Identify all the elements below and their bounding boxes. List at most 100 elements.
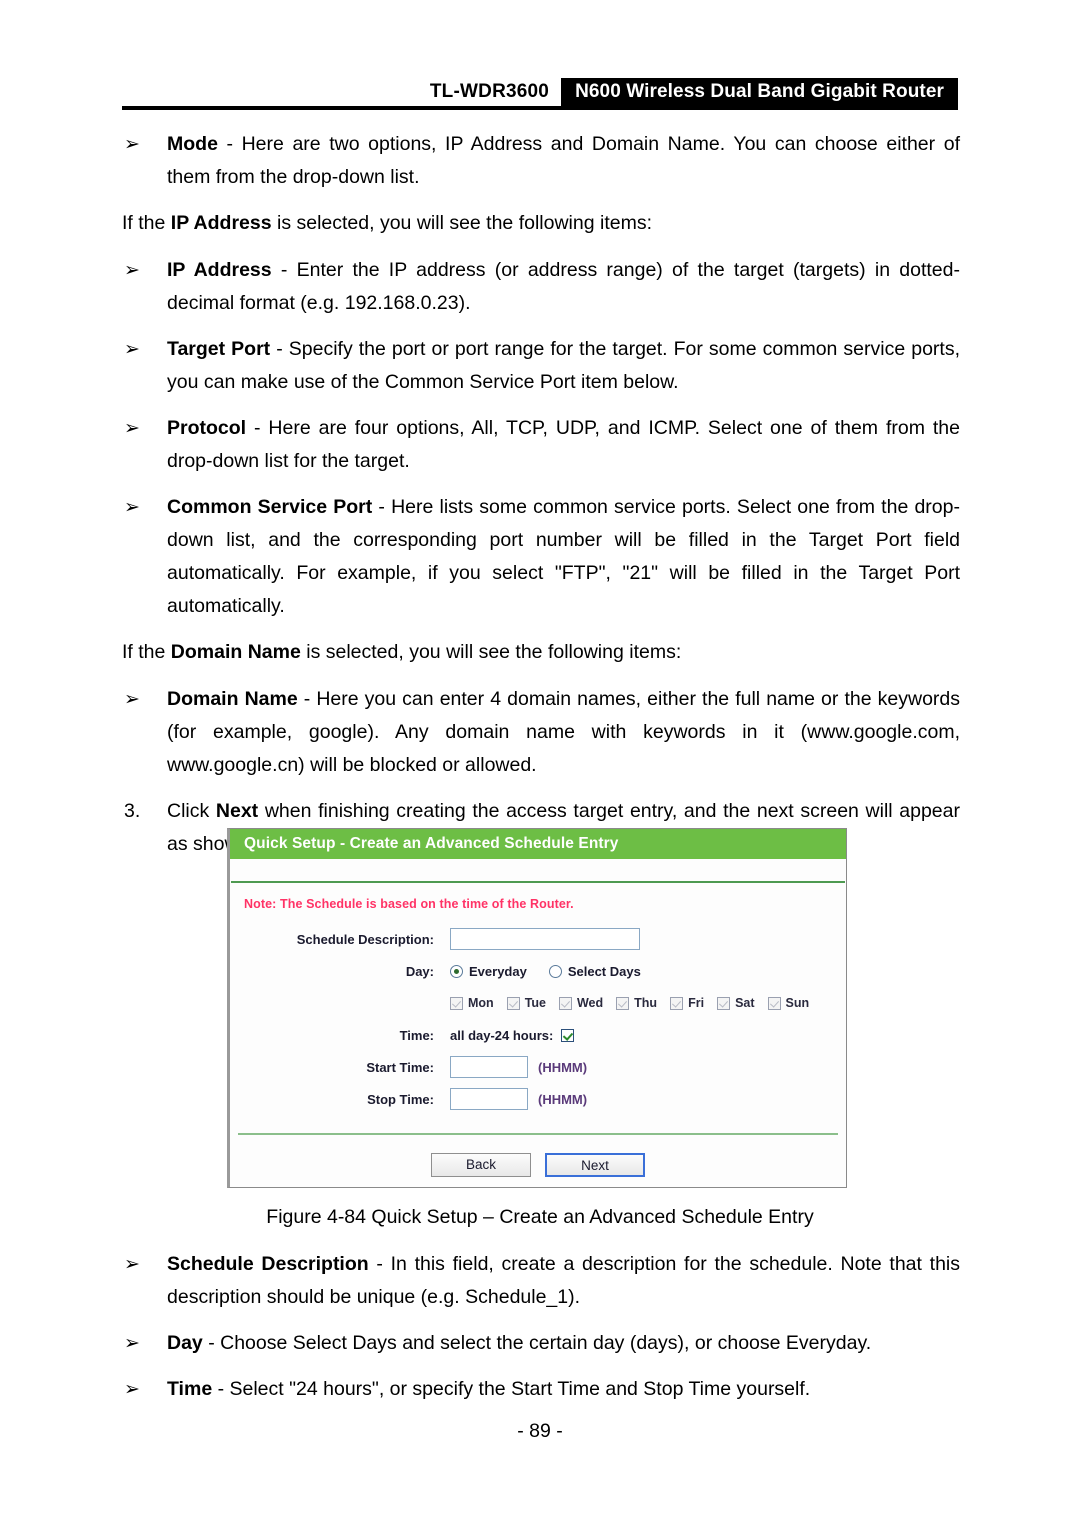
term-time: Time bbox=[167, 1378, 213, 1400]
bullet-target-port-text: Target Port - Specify the port or port r… bbox=[167, 333, 960, 399]
radio-select-days-label: Select Days bbox=[567, 963, 641, 979]
next-button[interactable]: Next bbox=[545, 1153, 645, 1177]
router-ui-titlebar: Quick Setup - Create an Advanced Schedul… bbox=[230, 829, 846, 859]
label-day: Day: bbox=[405, 963, 434, 979]
running-header: TL-WDR3600 N600 Wireless Dual Band Gigab… bbox=[122, 78, 958, 114]
bullet-day-body: - Choose Select Days and select the cert… bbox=[202, 1332, 872, 1354]
bullet-marker-icon: ➢ bbox=[124, 1254, 140, 1275]
bullet-marker-icon: ➢ bbox=[124, 339, 140, 360]
bullet-protocol-body: - Here are four options, All, TCP, UDP, … bbox=[167, 417, 960, 472]
day-checkbox-mon[interactable]: Mon bbox=[450, 996, 494, 1010]
day-checkbox-sat[interactable]: Sat bbox=[717, 996, 755, 1010]
field-row-start-time: Start Time: (HHMM) bbox=[230, 1055, 846, 1079]
bullet-marker-icon: ➢ bbox=[124, 1333, 140, 1354]
stop-time-hint: (HHMM) bbox=[538, 1091, 588, 1107]
router-ui-screenshot: Quick Setup - Create an Advanced Schedul… bbox=[227, 828, 847, 1188]
radio-select-days-icon[interactable] bbox=[548, 964, 562, 978]
term-next: Next bbox=[215, 800, 259, 822]
checkbox-mon-icon[interactable] bbox=[450, 996, 463, 1010]
bullet-mode-body: - Here are two options, IP Address and D… bbox=[167, 133, 960, 188]
bullet-marker-icon: ➢ bbox=[124, 134, 140, 155]
if-domain-prefix: If the bbox=[122, 641, 171, 663]
start-time-hint: (HHMM) bbox=[538, 1059, 588, 1075]
if-ip-suffix: is selected, you will see the following … bbox=[271, 212, 652, 234]
step-3-prefix: Click bbox=[167, 800, 216, 822]
label-schedule-description: Schedule Description: bbox=[296, 931, 434, 947]
term-mode: Mode bbox=[167, 133, 218, 155]
day-checkbox-thu[interactable]: Thu bbox=[616, 996, 657, 1010]
term-protocol: Protocol bbox=[167, 417, 247, 439]
day-label-sun: Sun bbox=[785, 996, 810, 1010]
bullet-protocol-text: Protocol - Here are four options, All, T… bbox=[167, 412, 960, 478]
bullet-protocol: ➢ Protocol - Here are four options, All,… bbox=[122, 412, 960, 478]
field-row-day: Day: Everyday Select Days bbox=[230, 959, 846, 983]
bullet-ip-address-body: - Enter the IP address (or address range… bbox=[167, 259, 960, 314]
page-number: - 89 - bbox=[517, 1420, 563, 1442]
radio-everyday-icon[interactable] bbox=[450, 964, 463, 978]
label-start-time: Start Time: bbox=[366, 1059, 434, 1075]
bullet-ip-address-text: IP Address - Enter the IP address (or ad… bbox=[167, 254, 960, 320]
term-domain-name-inline: Domain Name bbox=[170, 641, 301, 663]
checkbox-sun-icon[interactable] bbox=[767, 996, 781, 1010]
day-checkbox-fri[interactable]: Fri bbox=[670, 996, 704, 1010]
day-checkbox-tue[interactable]: Tue bbox=[506, 996, 546, 1010]
bullet-marker-icon: ➢ bbox=[124, 418, 140, 439]
checkbox-thu-icon[interactable] bbox=[616, 996, 630, 1010]
bullet-schedule-description-text: Schedule Description - In this field, cr… bbox=[167, 1248, 960, 1314]
bullet-marker-icon: ➢ bbox=[124, 1379, 140, 1400]
bullet-mode: ➢ Mode - Here are two options, IP Addres… bbox=[122, 128, 960, 194]
if-ip-prefix: If the bbox=[122, 212, 171, 234]
bullet-target-port: ➢ Target Port - Specify the port or port… bbox=[122, 333, 960, 399]
day-label-fri: Fri bbox=[688, 996, 705, 1010]
day-label-sat: Sat bbox=[735, 996, 755, 1010]
bullet-target-port-body: - Specify the port or port range for the… bbox=[167, 338, 960, 393]
router-ui-form: Schedule Description: Day: Everyday Sele… bbox=[230, 927, 846, 1111]
router-ui-title: Quick Setup - Create an Advanced Schedul… bbox=[244, 835, 619, 852]
schedule-description-input[interactable] bbox=[450, 928, 640, 950]
checkbox-tue-icon[interactable] bbox=[506, 996, 520, 1010]
start-time-input[interactable] bbox=[450, 1056, 528, 1078]
bullet-time-text: Time - Select "24 hours", or specify the… bbox=[167, 1373, 960, 1406]
term-schedule-description: Schedule Description bbox=[167, 1253, 369, 1275]
header-model: TL-WDR3600 bbox=[429, 81, 550, 102]
day-label-wed: Wed bbox=[576, 996, 604, 1010]
checkbox-all-day-icon[interactable] bbox=[561, 1028, 575, 1042]
bullet-marker-icon: ➢ bbox=[124, 689, 140, 710]
day-checkbox-wed[interactable]: Wed bbox=[558, 996, 604, 1010]
header-product-name: N600 Wireless Dual Band Gigabit Router bbox=[561, 78, 958, 106]
field-row-schedule-description: Schedule Description: bbox=[230, 927, 846, 951]
bullet-time-body: - Select "24 hours", or specify the Star… bbox=[212, 1378, 811, 1400]
bullet-marker-icon: ➢ bbox=[124, 260, 140, 281]
field-row-time: Time: all day-24 hours: bbox=[230, 1023, 846, 1047]
router-ui-footer-rule bbox=[238, 1133, 838, 1135]
checkbox-sat-icon[interactable] bbox=[717, 996, 731, 1010]
day-label-tue: Tue bbox=[524, 996, 546, 1010]
router-ui-panel: Quick Setup - Create an Advanced Schedul… bbox=[227, 828, 847, 1188]
router-ui-button-bar: Back Next bbox=[230, 1153, 846, 1177]
figure-caption: Figure 4-84 Quick Setup – Create an Adva… bbox=[266, 1206, 814, 1228]
step-3-marker: 3. bbox=[124, 800, 141, 822]
all-day-label: all day-24 hours: bbox=[450, 1027, 554, 1043]
header-rule bbox=[122, 106, 958, 110]
bullet-time: ➢ Time - Select "24 hours", or specify t… bbox=[122, 1373, 960, 1406]
label-stop-time: Stop Time: bbox=[367, 1091, 434, 1107]
router-ui-note: Note: The Schedule is based on the time … bbox=[244, 897, 574, 911]
day-checkbox-sun[interactable]: Sun bbox=[767, 996, 810, 1010]
bullet-ip-address: ➢ IP Address - Enter the IP address (or … bbox=[122, 254, 960, 320]
content-lower: ➢ Schedule Description - In this field, … bbox=[122, 1248, 960, 1419]
radio-everyday-label: Everyday bbox=[469, 963, 527, 979]
term-ip-address-inline: IP Address bbox=[170, 212, 272, 234]
stop-time-input[interactable] bbox=[450, 1088, 528, 1110]
radio-option-everyday[interactable]: Everyday bbox=[450, 964, 527, 979]
back-button[interactable]: Back bbox=[431, 1153, 531, 1177]
router-ui-spacer bbox=[230, 859, 846, 881]
checkbox-wed-icon[interactable] bbox=[558, 996, 572, 1010]
bullet-common-service-port: ➢ Common Service Port - Here lists some … bbox=[122, 491, 960, 623]
bullet-day-text: Day - Choose Select Days and select the … bbox=[167, 1327, 960, 1360]
term-common-service-port: Common Service Port bbox=[167, 496, 373, 518]
checkbox-fri-icon[interactable] bbox=[670, 996, 684, 1010]
bullet-domain-name-text: Domain Name - Here you can enter 4 domai… bbox=[167, 683, 960, 782]
bullet-domain-name: ➢ Domain Name - Here you can enter 4 dom… bbox=[122, 683, 960, 782]
term-day: Day bbox=[167, 1332, 203, 1354]
radio-option-select-days[interactable]: Select Days bbox=[548, 963, 641, 979]
